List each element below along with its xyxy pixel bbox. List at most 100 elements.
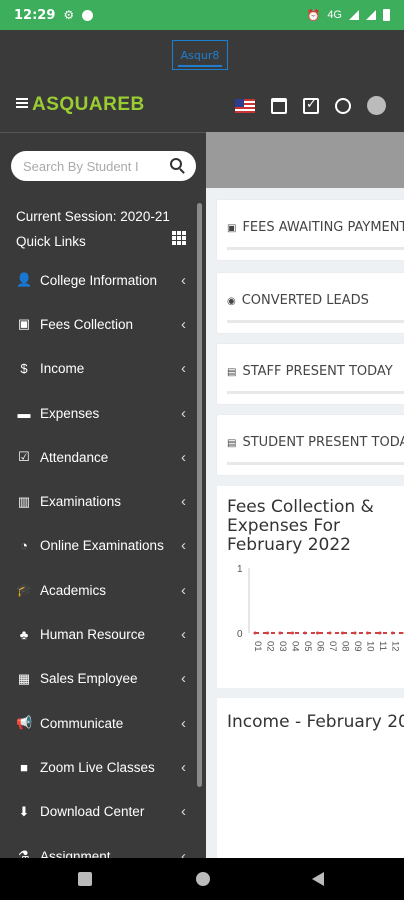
calendar-icon: ▤ <box>227 438 237 449</box>
data-point <box>353 631 357 635</box>
brand-name: ASQUAREB <box>32 94 145 115</box>
sidebar-item-download-center[interactable]: ⬇ Download Center ‹ <box>0 790 200 834</box>
money-icon: ▣ <box>17 316 31 332</box>
logo-text: Asqur8 <box>180 48 220 62</box>
stat-card[interactable]: ▤ STUDENT PRESENT TODAY <box>217 415 404 475</box>
app-logo: Asqur8 <box>172 40 228 70</box>
data-point <box>341 631 344 635</box>
checkbox-icon[interactable] <box>303 96 319 114</box>
sidebar-item-label: Sales Employee <box>40 671 138 687</box>
income-card: Income - February 2022 <box>217 698 404 858</box>
stat-card-title: ▣ FEES AWAITING PAYMENT <box>227 220 404 235</box>
sidebar-item-label: Income <box>40 361 85 377</box>
chart-title: Fees Collection & Expenses For February … <box>227 497 374 555</box>
sidebar-item-label: Attendance <box>40 449 109 465</box>
app-header: Asqur8 ASQUAREB <box>0 30 404 132</box>
income-title: Income - February 2022 <box>227 712 404 732</box>
stat-card-title: ▤ STUDENT PRESENT TODAY <box>227 435 404 450</box>
sidebar: Current Session: 2020-21 Quick Links 👤 Co… <box>0 132 206 858</box>
sidebar-item-communicate[interactable]: 📢 Communicate ‹ <box>0 701 200 745</box>
content-top-bar <box>206 132 404 188</box>
sidebar-item-college-information[interactable]: 👤 College Information ‹ <box>0 258 200 302</box>
alert-icon <box>82 9 94 21</box>
stat-card[interactable]: ◉ CONVERTED LEADS <box>217 273 404 333</box>
x-tick-label: 01 <box>252 641 263 652</box>
stat-card[interactable]: ▣ FEES AWAITING PAYMENT <box>217 200 404 260</box>
stat-card-title: ▤ STAFF PRESENT TODAY <box>227 364 393 379</box>
map-icon: ▥ <box>17 493 31 509</box>
sidebar-item-label: Academics <box>40 582 107 598</box>
stat-card-bar <box>227 320 404 323</box>
sidebar-item-examinations[interactable]: ▥ Examinations ‹ <box>0 479 200 523</box>
alarm-icon: ⏰ <box>306 9 321 22</box>
sidebar-item-label: Human Resource <box>40 627 146 643</box>
calendar-icon: ▤ <box>227 367 237 378</box>
network-label: 4G <box>327 9 342 21</box>
sidebar-item-label: Expenses <box>40 405 100 421</box>
quick-links-label[interactable]: Quick Links <box>16 234 86 249</box>
sidebar-item-label: Fees Collection <box>40 316 134 332</box>
x-tick-label: 03 <box>277 641 288 652</box>
sidebar-item-label: Zoom Live Classes <box>40 759 155 775</box>
data-point <box>316 631 319 635</box>
us-flag-icon[interactable] <box>235 98 255 113</box>
search-input[interactable] <box>23 158 155 174</box>
sidebar-item-sales-employee[interactable]: ▦ Sales Employee ‹ <box>0 657 200 701</box>
whatsapp-icon[interactable] <box>335 97 351 114</box>
avatar[interactable] <box>367 96 386 115</box>
sidebar-item-income[interactable]: $ Income ‹ <box>0 347 200 391</box>
search-box <box>11 151 196 181</box>
signal-icon-2 <box>366 10 376 20</box>
y-tick-label: 1 <box>237 564 243 575</box>
sidebar-item-attendance[interactable]: ☑ Attendance ‹ <box>0 435 200 479</box>
settings-icon: ⚙ <box>63 8 75 22</box>
search-icon[interactable] <box>170 158 182 170</box>
stat-card-title: ◉ CONVERTED LEADS <box>227 293 369 308</box>
data-point <box>278 631 282 635</box>
sidebar-item-human-resource[interactable]: ♣ Human Resource ‹ <box>0 612 200 656</box>
stat-card-bar <box>227 462 404 465</box>
calendar-icon[interactable] <box>271 97 287 114</box>
chevron-left-icon: ‹ <box>181 581 186 599</box>
sidebar-item-label: Download Center <box>40 804 145 820</box>
status-time: 12:29 <box>14 7 56 23</box>
sidebar-item-label: Examinations <box>40 494 122 510</box>
data-point <box>303 631 307 635</box>
sidebar-item-assignment[interactable]: ⚗ Assignment ‹ <box>0 834 200 859</box>
dashboard-content: ▣ FEES AWAITING PAYMENT ◉ CONVERTED LEADS ▤ S… <box>206 132 404 858</box>
chevron-left-icon: ‹ <box>181 626 186 644</box>
sidebar-scrollbar[interactable] <box>197 203 202 787</box>
sidebar-item-fees-collection[interactable]: ▣ Fees Collection ‹ <box>0 302 200 346</box>
chevron-left-icon: ‹ <box>181 493 186 511</box>
sidebar-item-expenses[interactable]: ▬ Expenses ‹ <box>0 391 200 435</box>
x-tick-label: 04 <box>290 641 301 652</box>
chevron-left-icon: ‹ <box>181 714 186 732</box>
sidebar-item-academics[interactable]: 🎓 Academics ‹ <box>0 568 200 612</box>
data-point <box>291 631 294 635</box>
data-point <box>328 631 332 635</box>
stat-card[interactable]: ▤ STAFF PRESENT TODAY <box>217 344 404 404</box>
x-tick-label: 07 <box>327 641 338 652</box>
data-point <box>366 631 369 635</box>
recents-button[interactable] <box>78 872 92 886</box>
chevron-left-icon: ‹ <box>181 847 186 859</box>
back-button[interactable] <box>312 872 324 886</box>
x-tick-label: 05 <box>302 641 313 652</box>
stat-card-bar <box>227 391 404 394</box>
money-icon: ▣ <box>227 223 237 234</box>
sidebar-item-online-examinations[interactable]: ◔ Online Examinations ‹ <box>0 524 200 568</box>
hamburger-menu-icon[interactable] <box>16 98 28 108</box>
sidebar-item-label: College Information <box>40 272 158 288</box>
target-icon: ◉ <box>227 296 236 307</box>
data-point <box>378 631 382 635</box>
home-button[interactable] <box>196 872 210 886</box>
system-nav-bar <box>0 858 404 900</box>
id-card-icon: ▦ <box>17 670 31 686</box>
bullhorn-icon: 📢 <box>16 715 33 731</box>
grid-icon[interactable] <box>172 231 186 245</box>
chevron-left-icon: ‹ <box>181 758 186 776</box>
stat-card-label: STUDENT PRESENT TODAY <box>242 435 404 450</box>
sidebar-item-zoom-live-classes[interactable]: ■ Zoom Live Classes ‹ <box>0 745 200 789</box>
x-tick-label: 12 <box>390 641 401 652</box>
x-tick-label: 09 <box>352 641 363 652</box>
